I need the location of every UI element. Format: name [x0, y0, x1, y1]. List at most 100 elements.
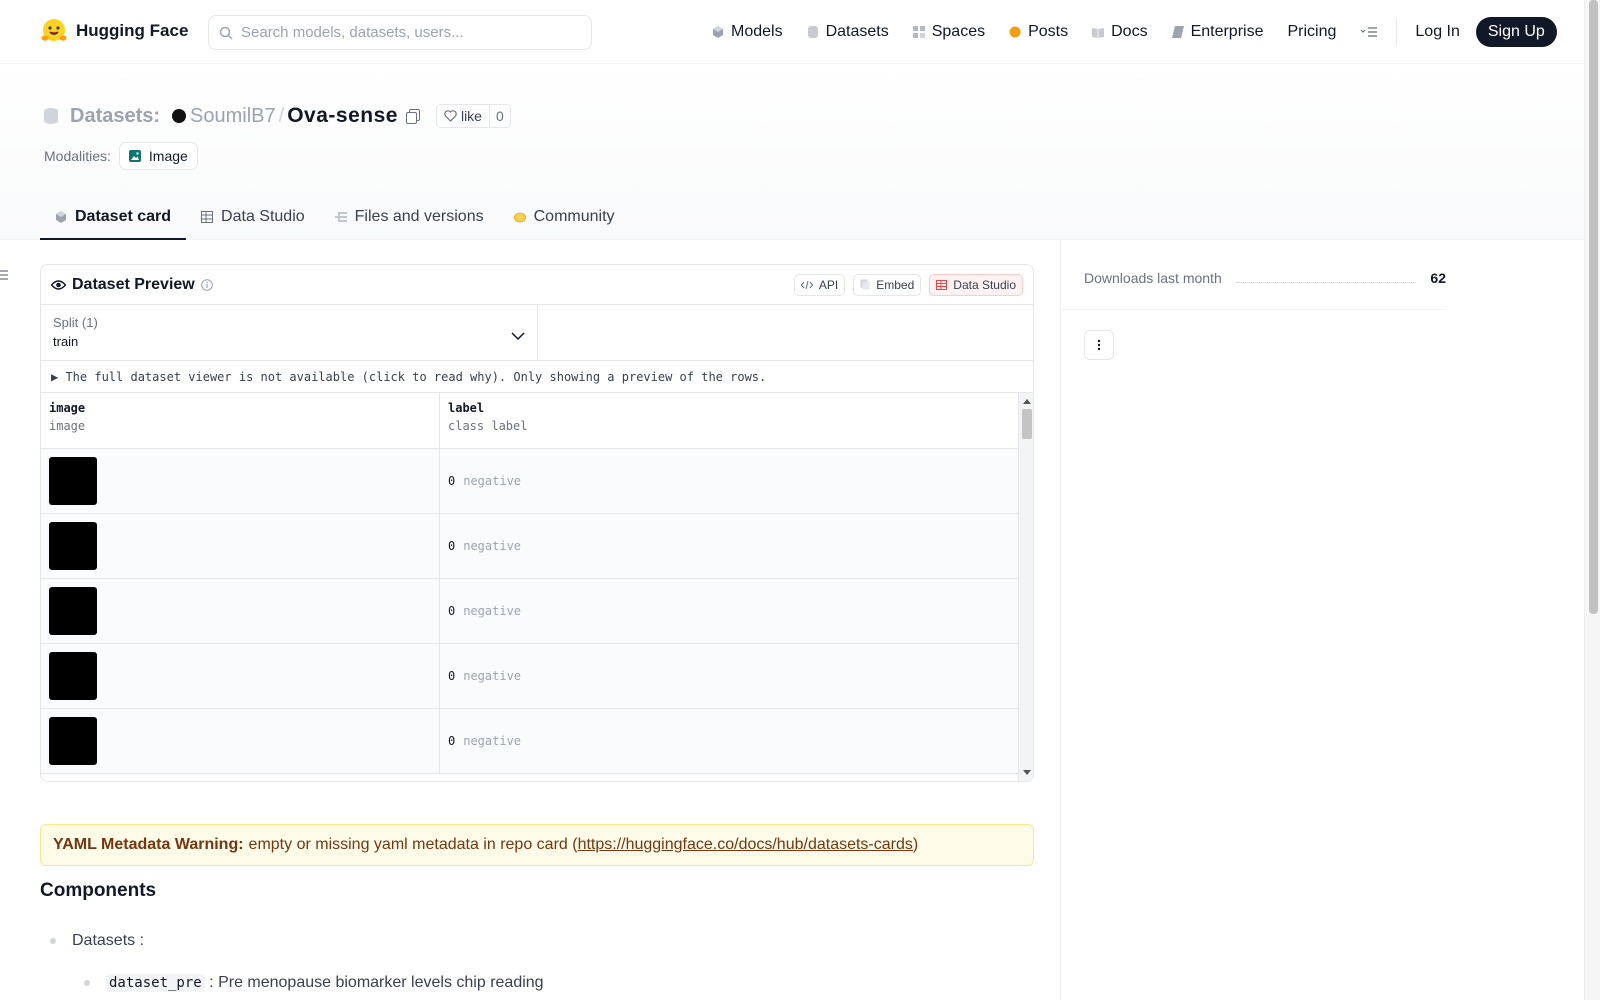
image-thumbnail[interactable] [49, 652, 97, 700]
preview-table: image image label class label 0 negative … [41, 393, 1033, 781]
repo-owner-link[interactable]: SoumilB7 [190, 105, 276, 128]
nav-spaces[interactable]: Spaces [901, 23, 997, 41]
modalities-row: Modalities: Image [44, 142, 198, 170]
enterprise-icon [1171, 26, 1184, 38]
like-count[interactable]: 0 [490, 108, 510, 124]
more-menu-button[interactable] [1348, 26, 1390, 38]
image-thumbnail[interactable] [49, 717, 97, 765]
tab-dataset-card[interactable]: Dataset card [40, 195, 187, 240]
column-type: image [49, 419, 86, 433]
nav-posts[interactable]: Posts [997, 23, 1080, 41]
image-thumbnail[interactable] [49, 522, 97, 570]
column-header-label[interactable]: label class label [440, 393, 1020, 448]
more-options-button[interactable] [1084, 330, 1114, 360]
database-icon [807, 26, 818, 38]
breadcrumb-separator: / [278, 104, 285, 127]
column-name: label [448, 401, 485, 415]
components-heading: Components [40, 880, 157, 901]
tab-dataset-card-label: Dataset card [75, 207, 172, 225]
table-row: 0 negative [41, 514, 1033, 579]
label-name: negative [463, 539, 522, 553]
nav-models[interactable]: Models [700, 23, 795, 41]
heart-icon [444, 110, 457, 122]
search-input[interactable] [241, 24, 571, 41]
copy-icon[interactable] [405, 109, 420, 124]
hugging-face-logo[interactable]: Hugging Face [40, 17, 188, 45]
page-scroll-thumb[interactable] [1589, 0, 1598, 614]
dataset-preview: Dataset Preview API Embed Data Studio Sp… [40, 264, 1034, 782]
label-id: 0 [448, 669, 456, 683]
signup-button[interactable]: Sign Up [1475, 17, 1557, 47]
scroll-up-arrow[interactable] [1023, 399, 1031, 404]
label-cell: 0 negative [440, 514, 1020, 578]
sidebar-separator [1060, 309, 1446, 310]
like-label: like [460, 108, 482, 124]
data-studio-button[interactable]: Data Studio [929, 273, 1023, 296]
page-scrollbar[interactable] [1584, 0, 1600, 1000]
column-header-image[interactable]: image image [41, 393, 440, 448]
label-id: 0 [448, 474, 456, 488]
dataset-preview-header: Dataset Preview API Embed Data Studio [41, 265, 1033, 305]
label-cell: 0 negative [440, 579, 1020, 643]
sidebar-divider [1060, 240, 1061, 1000]
list-item-text: : Pre menopause biomarker levels chip re… [209, 974, 544, 991]
info-icon[interactable] [200, 278, 213, 291]
api-button[interactable]: API [793, 273, 846, 296]
eye-icon [51, 279, 66, 290]
inline-code: dataset_pre [106, 974, 205, 992]
top-navbar: Hugging Face Models Datasets Spaces Post… [0, 0, 1584, 64]
tab-data-studio[interactable]: Data Studio [186, 195, 320, 240]
label-name: negative [463, 474, 522, 488]
dataset-cards-docs-link[interactable]: https://huggingface.co/docs/hub/datasets… [578, 836, 913, 854]
tab-community[interactable]: Community [499, 195, 630, 240]
embed-icon [860, 279, 870, 290]
dotted-leader [1235, 273, 1417, 283]
owner-avatar[interactable] [172, 109, 187, 123]
column-name: image [49, 401, 86, 415]
repo-tabs: Dataset card Data Studio Files and versi… [40, 195, 630, 240]
posts-icon [1009, 26, 1021, 38]
tab-data-studio-label: Data Studio [221, 207, 305, 225]
image-thumbnail[interactable] [49, 457, 97, 505]
label-cell: 0 negative [440, 449, 1020, 513]
scroll-down-arrow[interactable] [1023, 770, 1031, 775]
list-item: dataset_pre : Pre menopause biomarker le… [84, 974, 544, 992]
nav-pricing[interactable]: Pricing [1275, 23, 1348, 41]
downloads-label: Downloads last month [1084, 270, 1222, 286]
tab-files-and-versions[interactable]: Files and versions [320, 195, 499, 240]
main-nav: Models Datasets Spaces Posts Docs Enterp… [700, 0, 1557, 64]
split-selector-row: Split (1) train [41, 305, 1033, 361]
sidebar-toggle-icon[interactable] [0, 270, 10, 280]
table-row: 0 negative [41, 709, 1033, 774]
nav-docs-label: Docs [1111, 23, 1148, 40]
nav-posts-label: Posts [1028, 23, 1069, 40]
table-scrollbar[interactable] [1018, 393, 1033, 781]
image-cell [41, 514, 440, 578]
repo-type-link[interactable]: Datasets: [70, 105, 160, 128]
image-thumbnail[interactable] [49, 587, 97, 635]
tab-community-label: Community [533, 207, 615, 225]
hugging-face-logo-icon [41, 19, 67, 41]
viewer-unavailable-notice[interactable]: ▶ The full dataset viewer is not availab… [41, 361, 1033, 393]
grid-icon [912, 26, 925, 38]
split-select[interactable]: Split (1) train [41, 305, 538, 360]
search-icon [219, 26, 233, 40]
files-icon [334, 211, 347, 222]
like-button[interactable]: like 0 [435, 104, 511, 128]
nav-datasets[interactable]: Datasets [795, 23, 901, 41]
repo-name[interactable]: Ova-sense [287, 104, 398, 128]
modalities-label: Modalities: [44, 148, 111, 164]
bullet [50, 938, 56, 944]
search-box[interactable] [208, 15, 592, 50]
list-item-text: Datasets : [72, 932, 145, 949]
login-button[interactable]: Log In [1403, 23, 1471, 41]
modality-tag-image[interactable]: Image [118, 142, 198, 170]
scroll-thumb[interactable] [1022, 409, 1032, 439]
like-toggle[interactable]: like [437, 105, 490, 127]
embed-button[interactable]: Embed [853, 273, 922, 296]
book-icon [1092, 28, 1105, 38]
image-cell [41, 579, 440, 643]
table-row: 0 negative [41, 579, 1033, 644]
nav-docs[interactable]: Docs [1080, 23, 1159, 41]
nav-enterprise[interactable]: Enterprise [1160, 23, 1276, 41]
